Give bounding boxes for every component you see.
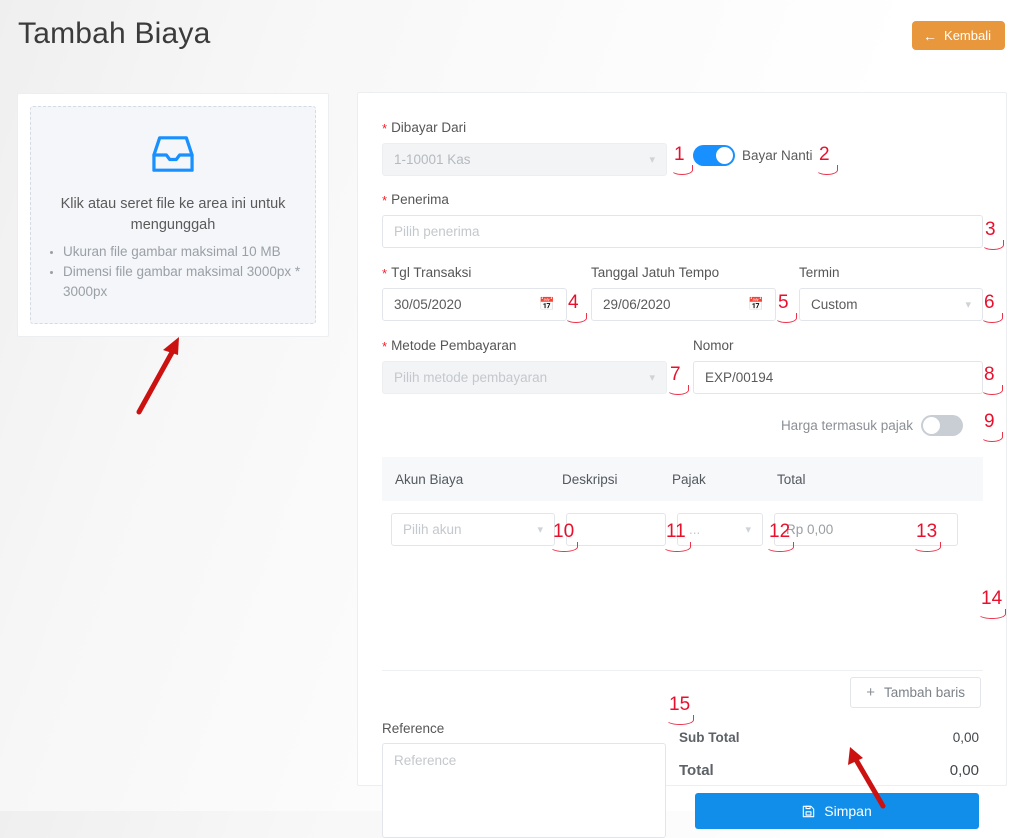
reference-label: Reference	[382, 721, 445, 736]
page-title: Tambah Biaya	[18, 17, 211, 50]
save-button-label: Simpan	[824, 803, 872, 819]
upload-card: Klik atau seret file ke area ini untuk m…	[17, 93, 329, 337]
line-total-value: Rp 0,00	[786, 521, 834, 537]
pointer-arrow-upload	[136, 337, 179, 415]
add-row-button[interactable]: + Tambah baris	[850, 677, 981, 708]
due-date-value: 29/06/2020	[603, 297, 671, 312]
number-value: EXP/00194	[705, 370, 774, 385]
term-label: Termin	[799, 265, 840, 280]
line-items-header-row: Akun Biaya Deskripsi Pajak Total	[382, 457, 983, 501]
totals-section: Sub Total 0,00 Total 0,00	[679, 730, 979, 779]
price-includes-tax-label: Harga termasuk pajak	[780, 418, 913, 433]
paid-from-value: 1-10001 Kas	[394, 152, 471, 167]
column-header-description: Deskripsi	[562, 471, 618, 487]
sub-total-row: Sub Total 0,00	[679, 730, 979, 745]
payment-method-select[interactable]: Pilih metode pembayaran ▾	[382, 361, 667, 394]
line-items-divider	[382, 670, 983, 671]
save-button[interactable]: Simpan	[695, 793, 979, 829]
due-date-input[interactable]: 29/06/2020 📅	[591, 288, 776, 321]
column-header-total: Total	[777, 471, 806, 487]
transaction-date-input[interactable]: 30/05/2020 📅	[382, 288, 567, 321]
back-button-label: Kembali	[944, 28, 991, 43]
upload-hint-text: Klik atau seret file ke area ini untuk m…	[60, 196, 286, 233]
chevron-down-icon: ▾	[745, 523, 751, 536]
reference-input[interactable]	[382, 743, 666, 838]
column-header-account: Akun Biaya	[395, 471, 464, 487]
upload-dropzone[interactable]: Klik atau seret file ke area ini untuk m…	[30, 106, 316, 324]
sub-total-label: Sub Total	[679, 730, 740, 745]
arrow-left-icon: ←	[923, 27, 938, 44]
line-total-input[interactable]: Rp 0,00	[774, 512, 958, 546]
total-label: Total	[679, 762, 714, 779]
payment-method-label: Metode Pembayaran	[382, 338, 516, 353]
table-row: Pilih akun ▾ ... ▾ Rp 0,00	[382, 501, 983, 557]
payment-method-placeholder: Pilih metode pembayaran	[394, 370, 548, 385]
add-row-label: Tambah baris	[883, 685, 965, 700]
chevron-down-icon: ▾	[649, 154, 655, 166]
pay-later-label: Bayar Nanti	[742, 148, 813, 163]
line-tax-select[interactable]: ... ▾	[677, 512, 763, 546]
paid-from-label: Dibayar Dari	[382, 120, 466, 135]
chevron-down-icon: ▾	[537, 523, 543, 536]
line-tax-value: ...	[689, 521, 701, 537]
line-description-input[interactable]	[566, 512, 666, 546]
recipient-label: Penerima	[382, 192, 449, 207]
upload-rule-item: Dimensi file gambar maksimal 3000px * 30…	[63, 262, 309, 302]
recipient-input[interactable]: Pilih penerima	[382, 215, 983, 248]
calendar-icon: 📅	[748, 297, 764, 312]
number-input[interactable]: EXP/00194	[693, 361, 983, 394]
pay-later-toggle[interactable]	[693, 145, 735, 166]
chevron-down-icon: ▾	[649, 372, 655, 384]
transaction-date-label: Tgl Transaksi	[382, 265, 471, 280]
form-card: Dibayar Dari 1-10001 Kas ▾ Bayar Nanti P…	[357, 92, 1007, 838]
upload-rule-item: Ukuran file gambar maksimal 10 MB	[63, 242, 309, 262]
pay-later-group: Bayar Nanti	[693, 145, 813, 166]
transaction-date-value: 30/05/2020	[394, 297, 462, 312]
price-includes-tax-toggle[interactable]	[921, 415, 963, 436]
line-account-select[interactable]: Pilih akun ▾	[391, 512, 555, 546]
term-select[interactable]: Custom ▾	[799, 288, 983, 321]
due-date-label: Tanggal Jatuh Tempo	[591, 265, 720, 280]
inbox-icon	[152, 136, 194, 172]
total-value: 0,00	[949, 762, 979, 779]
column-header-tax: Pajak	[672, 471, 706, 487]
back-button[interactable]: ← Kembali	[912, 21, 1005, 50]
sub-total-value: 0,00	[952, 730, 979, 745]
total-row: Total 0,00	[679, 762, 979, 779]
term-value: Custom	[811, 297, 858, 312]
chevron-down-icon: ▾	[965, 299, 971, 311]
paid-from-select[interactable]: 1-10001 Kas ▾	[382, 143, 667, 176]
number-label: Nomor	[693, 338, 734, 353]
save-icon	[803, 805, 815, 817]
calendar-icon: 📅	[539, 297, 555, 312]
line-items-table: Akun Biaya Deskripsi Pajak Total Pilih a…	[382, 457, 983, 557]
price-includes-tax-group: Harga termasuk pajak	[781, 415, 963, 436]
line-account-placeholder: Pilih akun	[403, 521, 462, 537]
plus-icon: +	[866, 684, 875, 701]
upload-rules-list: Ukuran file gambar maksimal 10 MB Dimens…	[37, 242, 309, 302]
recipient-placeholder: Pilih penerima	[394, 224, 480, 239]
